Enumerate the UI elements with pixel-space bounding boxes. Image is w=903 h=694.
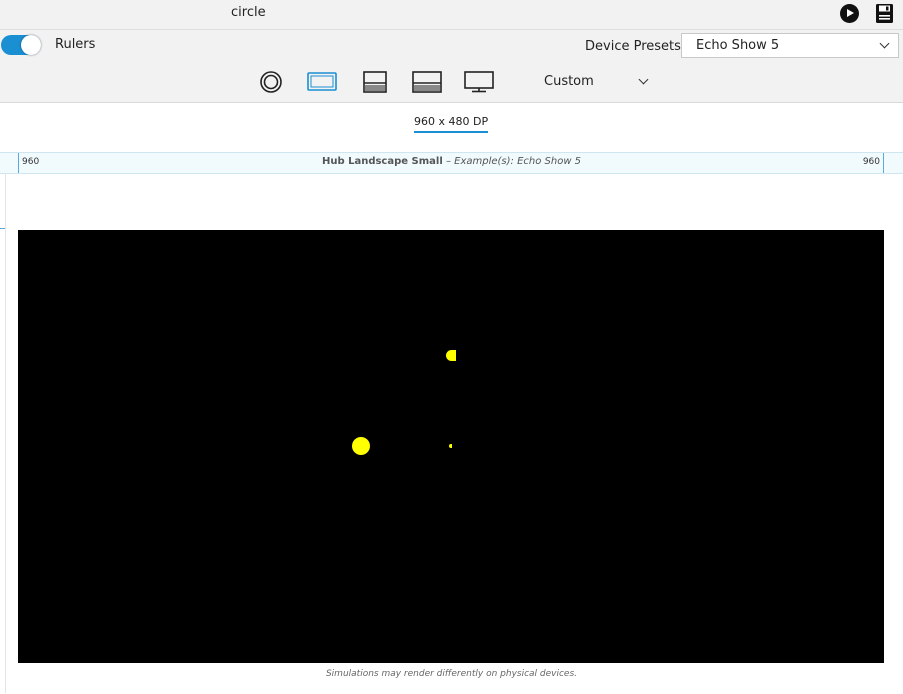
small-screen-icon[interactable] (359, 70, 391, 94)
ruler-right-value: 960 (862, 157, 880, 167)
rulers-label: Rulers (55, 37, 96, 52)
dimensions-tab[interactable]: 960 x 480 DP (414, 115, 489, 133)
tv-icon[interactable] (463, 70, 495, 94)
vertical-ruler (5, 173, 6, 693)
document-title: circle (231, 5, 266, 20)
profile-separator: – (442, 156, 455, 167)
round-device-icon[interactable] (255, 70, 287, 94)
yellow-half-circle (446, 350, 456, 361)
horizontal-ruler: 960 Hub Landscape Small – Example(s): Ec… (0, 152, 903, 174)
device-presets-value: Echo Show 5 (696, 38, 780, 53)
title-bar: circle (0, 0, 903, 30)
device-presets-select[interactable]: Echo Show 5 (681, 33, 899, 58)
simulation-disclaimer: Simulations may render differently on ph… (325, 669, 578, 679)
landscape-hub-icon[interactable] (306, 70, 338, 94)
profile-examples: Example(s): Echo Show 5 (454, 156, 582, 167)
medium-screen-icon[interactable] (411, 70, 443, 94)
device-type-toolbar: Custom (0, 61, 903, 103)
play-icon[interactable] (840, 4, 859, 23)
chevron-down-icon (879, 38, 890, 49)
chevron-down-icon (638, 74, 649, 85)
toggle-knob (21, 35, 41, 55)
yellow-speck (449, 444, 452, 448)
device-viewport[interactable] (18, 230, 884, 663)
yellow-circle (352, 437, 370, 455)
save-icon[interactable] (875, 3, 894, 24)
options-bar: Rulers Device Presets Echo Show 5 (0, 30, 903, 61)
vertical-ruler-tick (0, 228, 5, 229)
viewport-profile-caption: Hub Landscape Small – Example(s): Echo S… (0, 156, 903, 167)
device-presets-label: Device Presets (585, 39, 681, 54)
profile-name: Hub Landscape Small (321, 156, 443, 167)
ruler-end-tick (883, 153, 884, 173)
custom-size-label: Custom (544, 74, 594, 89)
rulers-toggle[interactable] (1, 35, 41, 55)
